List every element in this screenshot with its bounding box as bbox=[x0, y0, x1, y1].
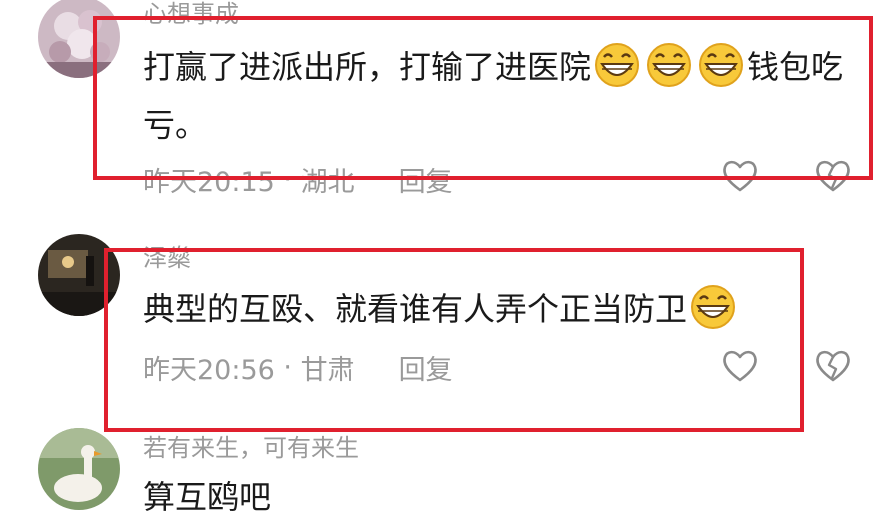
avatar-user-3[interactable] bbox=[38, 428, 120, 510]
comment-2-meta: 昨天20:56 · 甘肃 回复 bbox=[143, 348, 453, 387]
comment-2: 泽燊 典型的互殴、就看谁有人弄个正当防卫 昨天20:56 · 甘肃 回复 bbox=[0, 220, 896, 410]
comment-3-text: 算互鸥吧 bbox=[143, 478, 272, 516]
comment-3: 若有来生，可有来生 算互鸥吧 bbox=[0, 420, 896, 527]
heart-outline-icon[interactable] bbox=[720, 156, 760, 196]
comment-2-text-part-1: 典型的互殴、就看谁有人弄个正当防卫 bbox=[143, 290, 688, 328]
comment-1-text: 打赢了进派出所，打输了进医院 钱包吃亏。 bbox=[143, 38, 853, 154]
comment-1-meta: 昨天20:15 · 湖北 回复 bbox=[143, 160, 453, 199]
comment-2-text: 典型的互殴、就看谁有人弄个正当防卫 bbox=[143, 280, 843, 338]
grinning-face-emoji bbox=[691, 285, 736, 329]
grinning-face-emoji bbox=[647, 43, 692, 87]
comment-1-text-part-1: 打赢了进派出所，打输了进医院 bbox=[143, 48, 592, 86]
meta-separator: · bbox=[274, 164, 301, 195]
comment-3-username[interactable]: 若有来生，可有来生 bbox=[143, 428, 359, 463]
broken-heart-icon[interactable] bbox=[813, 346, 853, 386]
meta-separator: · bbox=[274, 352, 301, 383]
comment-1-username[interactable]: 心想事成 bbox=[143, 0, 239, 29]
comment-1-reply-button[interactable]: 回复 bbox=[399, 160, 453, 199]
comment-2-reply-button[interactable]: 回复 bbox=[399, 348, 453, 387]
dark-scene-avatar-icon bbox=[38, 234, 120, 316]
comment-1-time: 昨天20:15 bbox=[143, 167, 275, 198]
comment-1: 心想事成 打赢了进派出所，打输了进医院 钱包吃亏。 昨天20:15 · 湖北 回复 bbox=[0, 0, 896, 200]
broken-heart-icon[interactable] bbox=[813, 156, 853, 196]
comment-1-location: 湖北 bbox=[300, 167, 355, 198]
comment-2-username[interactable]: 泽燊 bbox=[143, 238, 191, 273]
comment-2-time: 昨天20:56 bbox=[143, 355, 275, 386]
avatar-user-2[interactable] bbox=[38, 234, 120, 316]
goose-avatar-icon bbox=[38, 428, 120, 510]
avatar-user-1[interactable] bbox=[38, 0, 120, 78]
heart-outline-icon[interactable] bbox=[720, 346, 760, 386]
comment-2-location: 甘肃 bbox=[300, 355, 355, 386]
grinning-face-emoji bbox=[595, 43, 640, 87]
flower-bouquet-avatar-icon bbox=[38, 0, 120, 78]
grinning-face-emoji bbox=[699, 43, 744, 87]
